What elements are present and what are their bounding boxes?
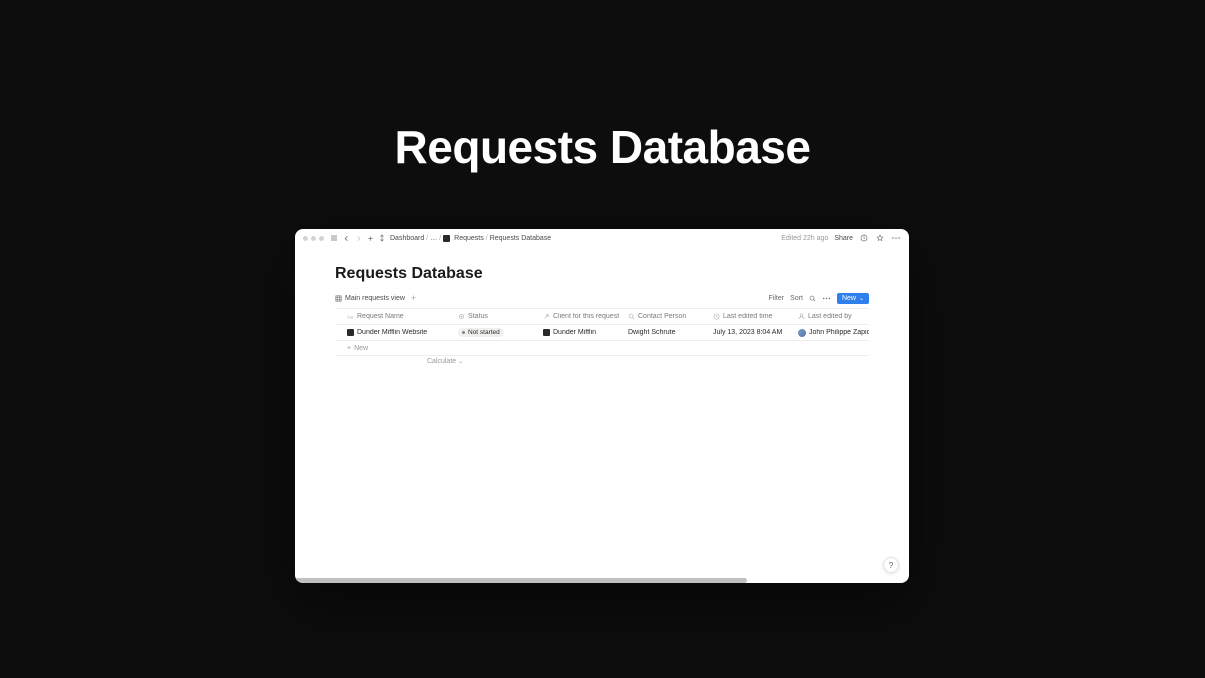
cell-client[interactable]: Dunder Mifflin [539,329,624,336]
chevron-down-icon: ⌄ [859,295,864,302]
breadcrumb-separator: / [486,235,488,242]
add-view-button[interactable]: + [411,295,416,302]
traffic-lights [303,236,324,241]
cell-contact[interactable]: Dwight Schrute [624,329,709,336]
star-icon[interactable] [875,233,885,243]
breadcrumb-ellipsis[interactable]: … [430,235,437,242]
database-table: Aa Request Name Status Client for this r… [335,309,869,367]
user-avatar [798,329,806,337]
status-tag: Not started [458,328,504,337]
page-icon [347,329,354,336]
column-header-name[interactable]: Aa Request Name [335,313,454,320]
breadcrumb-separator: / [439,235,441,242]
page-title: Requests Database [335,265,869,283]
app-window: Dashboard / … / Requests / Requests Data… [295,229,909,583]
traffic-light-minimize[interactable] [311,236,316,241]
nav-back-icon[interactable] [342,234,350,242]
horizontal-scrollbar-track [295,578,909,583]
traffic-light-maximize[interactable] [319,236,324,241]
rollup-property-icon [628,313,635,320]
share-button[interactable]: Share [834,235,853,242]
view-tab-label: Main requests view [345,295,405,302]
view-tab-main[interactable]: Main requests view [335,295,405,302]
relation-property-icon [543,313,550,320]
column-header-status[interactable]: Status [454,313,539,320]
cell-name[interactable]: Dunder Mifflin Website [335,329,454,336]
plus-icon: + [347,345,351,352]
breadcrumb-dashboard[interactable]: Dashboard [390,235,424,242]
breadcrumb-current[interactable]: Requests Database [490,235,551,242]
column-header-edited-by[interactable]: Last edited by [794,313,869,320]
table-header: Aa Request Name Status Client for this r… [335,309,869,325]
breadcrumb-requests[interactable]: Requests [454,235,484,242]
new-tab-icon[interactable] [366,234,374,242]
sort-button[interactable]: Sort [790,295,803,302]
column-header-contact[interactable]: Contact Person [624,313,709,320]
calculate-button[interactable]: Calculate ⌄ [335,356,869,367]
filter-button[interactable]: Filter [769,295,785,302]
status-dot-icon [462,331,465,334]
column-header-client[interactable]: Client for this request [539,313,624,320]
status-property-icon [458,313,465,320]
svg-text:Aa: Aa [347,314,353,320]
horizontal-scrollbar-thumb[interactable] [295,578,747,583]
title-property-icon: Aa [347,313,354,320]
breadcrumb-separator: / [426,235,428,242]
more-icon[interactable] [891,233,901,243]
nav-forward-icon[interactable] [354,234,362,242]
time-property-icon [713,313,720,320]
traffic-light-close[interactable] [303,236,308,241]
chevron-down-icon: ⌄ [458,359,463,365]
new-button-label: New [842,295,856,302]
table-view-icon [335,295,342,302]
page-icon [543,329,550,336]
add-row-button[interactable]: + New [335,341,869,356]
window-header: Dashboard / … / Requests / Requests Data… [295,229,909,247]
hero-title: Requests Database [0,120,1205,174]
breadcrumb: Dashboard / … / Requests / Requests Data… [390,235,551,242]
sidebar-toggle-icon[interactable] [330,234,338,242]
column-header-edited-time[interactable]: Last edited time [709,313,794,320]
view-more-icon[interactable] [822,297,831,300]
table-row[interactable]: Dunder Mifflin Website Not started Dunde… [335,325,869,341]
menu-icon[interactable] [378,234,386,242]
edited-timestamp: Edited 22h ago [781,235,828,242]
new-button[interactable]: New ⌄ [837,293,869,304]
person-property-icon [798,313,805,320]
page-icon [443,235,450,242]
clock-icon[interactable] [859,233,869,243]
cell-status[interactable]: Not started [454,328,539,337]
cell-edited-by[interactable]: John Philippe Zapido [794,329,869,337]
cell-edited-time[interactable]: July 13, 2023 8:04 AM [709,329,794,336]
help-button[interactable]: ? [883,557,899,573]
search-icon[interactable] [809,295,816,302]
